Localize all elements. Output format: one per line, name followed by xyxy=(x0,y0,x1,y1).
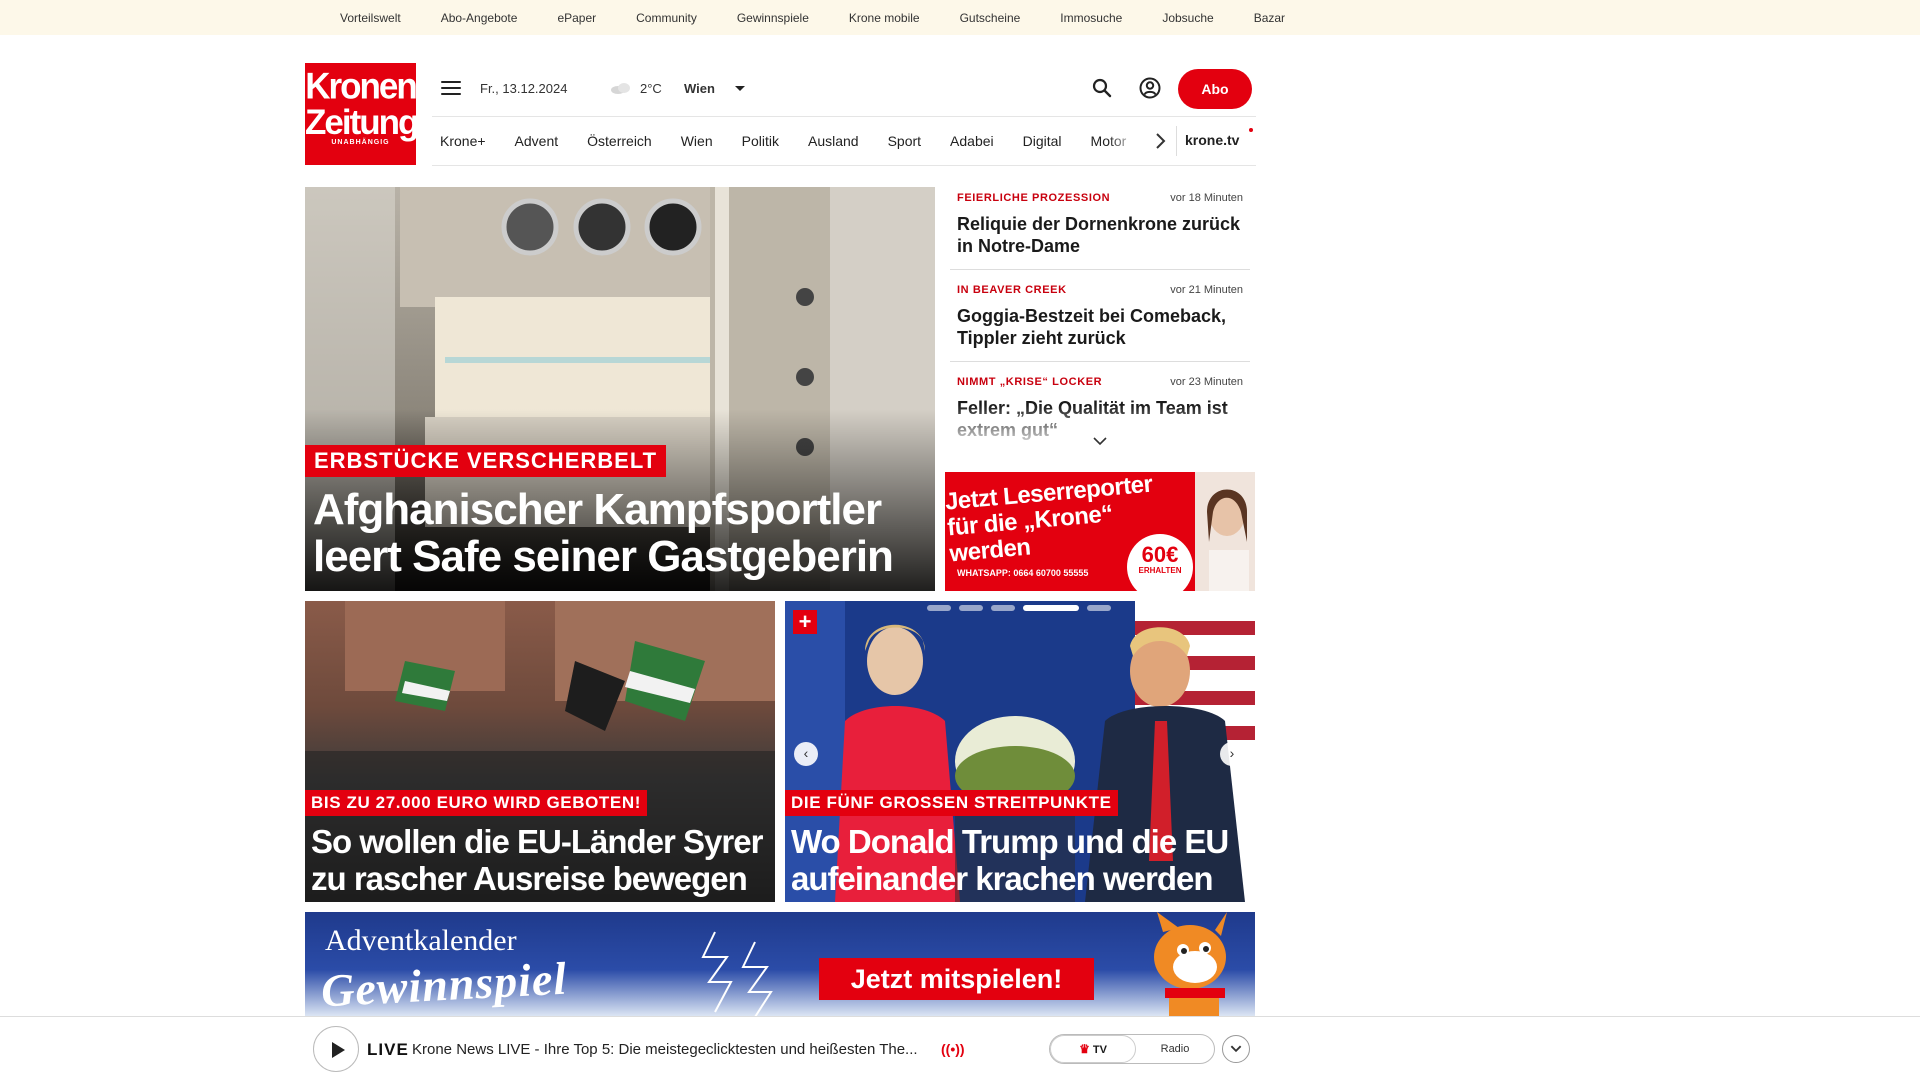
nav-divider-bottom xyxy=(432,165,1256,166)
chevron-down-icon[interactable] xyxy=(1222,1035,1250,1063)
search-icon[interactable] xyxy=(1090,76,1114,100)
advent-cta-button[interactable]: Jetzt mitspielen! xyxy=(819,958,1094,1000)
broadcast-icon: ((•)) xyxy=(941,1041,965,1057)
ticker-kicker: FEIERLICHE PROZESSION xyxy=(957,192,1111,204)
nav-item[interactable]: Advent xyxy=(515,133,559,149)
carousel-dot[interactable] xyxy=(959,605,983,611)
service-bar-item[interactable]: Immosuche xyxy=(1060,11,1122,25)
service-bar-item[interactable]: ePaper xyxy=(557,11,596,25)
account-icon[interactable] xyxy=(1138,76,1162,100)
service-bar-item[interactable]: Bazar xyxy=(1254,11,1285,25)
logo-line-1: Kronen xyxy=(305,66,418,107)
service-bar-list: Vorteilswelt Abo-Angebote ePaper Community G… xyxy=(340,0,1325,35)
ticker-time: vor 18 Minuten xyxy=(1170,192,1243,204)
main-nav: Krone+ Advent Österreich Wien Politik Ausland… xyxy=(440,124,1155,158)
nav-item[interactable]: Krone+ xyxy=(440,133,486,149)
ticker-title[interactable]: Goggia-Bestzeit bei Comeback, Tippler zi… xyxy=(957,305,1247,349)
hero-title[interactable]: Afghanischer Kampfsportler leert Safe se… xyxy=(313,486,923,580)
service-bar-item[interactable]: Vorteilswelt xyxy=(340,11,401,25)
krone-logo[interactable]: Kronen Zeitung UNABHÄNGIG xyxy=(305,63,419,165)
ad-amount-sub: ERHALTEN xyxy=(1138,566,1182,575)
live-label: LIVE xyxy=(367,1040,409,1059)
nav-separator xyxy=(1176,126,1177,156)
hero-kicker: ERBSTÜCKE VERSCHERBELT xyxy=(305,445,667,477)
live-dot xyxy=(1249,128,1253,132)
tree-icon xyxy=(701,931,773,1017)
ad-amount: 60€ xyxy=(1141,542,1179,567)
card-kicker: DIE FÜNF GROSSEN STREITPUNKTE xyxy=(785,790,1118,816)
abo-button[interactable]: Abo xyxy=(1178,69,1252,109)
nav-item[interactable]: Ausland xyxy=(808,133,859,149)
play-icon[interactable] xyxy=(313,1026,359,1072)
carousel-dot[interactable] xyxy=(1087,605,1111,611)
ticker-fade xyxy=(950,405,1256,460)
service-bar-item[interactable]: Krone mobile xyxy=(849,11,920,25)
radio-option[interactable]: Radio xyxy=(1136,1035,1214,1063)
temperature: 2°C xyxy=(640,81,662,96)
ticker-divider xyxy=(950,269,1250,270)
card-kicker: BIS ZU 27.000 EURO WIRD GEBOTEN! xyxy=(305,790,647,816)
nav-item[interactable]: Österreich xyxy=(587,133,652,149)
carousel-dots xyxy=(927,605,1119,611)
header-date: Fr., 13.12.2024 xyxy=(480,81,568,96)
hamburger-icon[interactable] xyxy=(441,81,461,97)
leserreporter-ad[interactable]: Jetzt Leserreporter für die „Krone“ werd… xyxy=(945,472,1255,591)
ad-amount-badge: 60€ ERHALTEN xyxy=(1127,534,1193,591)
ticker-divider xyxy=(950,361,1250,362)
city-select[interactable]: Wien xyxy=(684,81,715,96)
tv-option-label: TV xyxy=(1092,1044,1107,1056)
nav-item[interactable]: Sport xyxy=(888,133,921,149)
nav-item[interactable]: Digital xyxy=(1023,133,1062,149)
chevron-down-icon[interactable] xyxy=(1092,436,1108,446)
ticker-item[interactable]: FEIERLICHE PROZESSION vor 18 Minuten Rel… xyxy=(950,187,1250,275)
crown-icon: ♛ xyxy=(1079,1042,1090,1056)
tv-radio-toggle[interactable]: ♛ TV Radio xyxy=(1049,1034,1215,1064)
chevron-right-icon[interactable] xyxy=(1152,131,1168,151)
logo-line-2: Zeitung xyxy=(305,103,419,142)
nav-divider-top xyxy=(432,116,1256,117)
chevron-right-icon[interactable]: › xyxy=(1220,742,1244,766)
krone-tv-link[interactable]: krone.tv xyxy=(1185,132,1239,148)
advent-line-2: Gewinnspiel xyxy=(319,952,569,1017)
service-bar-item[interactable]: Community xyxy=(636,11,697,25)
ticker-time: vor 23 Minuten xyxy=(1170,376,1243,388)
krone-plus-badge: + xyxy=(793,610,817,634)
tv-option[interactable]: ♛ TV xyxy=(1050,1035,1136,1063)
fox-mascot-icon xyxy=(1154,912,1227,1017)
carousel-dot[interactable] xyxy=(927,605,951,611)
ad-whatsapp: WHATSAPP: 0664 60700 55555 xyxy=(957,568,1089,578)
cloud-icon xyxy=(611,83,630,94)
chevron-down-icon[interactable] xyxy=(735,86,745,91)
service-bar-item[interactable]: Gewinnspiele xyxy=(737,11,809,25)
live-program-title[interactable]: Krone News LIVE - Ihre Top 5: Die meiste… xyxy=(412,1041,918,1058)
advent-line-1: Adventkalender xyxy=(325,924,517,957)
nav-item[interactable]: Adabei xyxy=(950,133,994,149)
service-bar-item[interactable]: Abo-Angebote xyxy=(441,11,518,25)
live-player-bar: LIVE Krone News LIVE - Ihre Top 5: Die m… xyxy=(0,1016,1920,1080)
ticker-title[interactable]: Reliquie der Dornenkrone zurück in Notre… xyxy=(957,213,1247,257)
chevron-left-icon[interactable]: ‹ xyxy=(794,742,818,766)
advent-banner[interactable]: Adventkalender Gewinnspiel Jetzt mitspie… xyxy=(305,912,1255,1017)
carousel-dot-active[interactable] xyxy=(1023,605,1079,611)
carousel-dot[interactable] xyxy=(991,605,1015,611)
ticker-kicker: NIMMT „KRISE“ LOCKER xyxy=(957,376,1103,388)
nav-item[interactable]: Wien xyxy=(681,133,713,149)
service-bar-item[interactable]: Gutscheine xyxy=(960,11,1021,25)
service-bar: Vorteilswelt Abo-Angebote ePaper Community G… xyxy=(0,0,1920,35)
service-bar-item[interactable]: Jobsuche xyxy=(1162,11,1213,25)
ticker-item[interactable]: IN BEAVER CREEK vor 21 Minuten Goggia-Be… xyxy=(950,279,1250,367)
ticker-kicker: IN BEAVER CREEK xyxy=(957,284,1067,296)
ticker-time: vor 21 Minuten xyxy=(1170,284,1243,296)
card-title[interactable]: Wo Donald Trump und die EU aufeinander k… xyxy=(791,823,1251,897)
card-title[interactable]: So wollen die EU-Länder Syrer zu rascher… xyxy=(311,823,771,897)
nav-item[interactable]: Politik xyxy=(742,133,779,149)
ad-portrait xyxy=(1195,472,1255,591)
